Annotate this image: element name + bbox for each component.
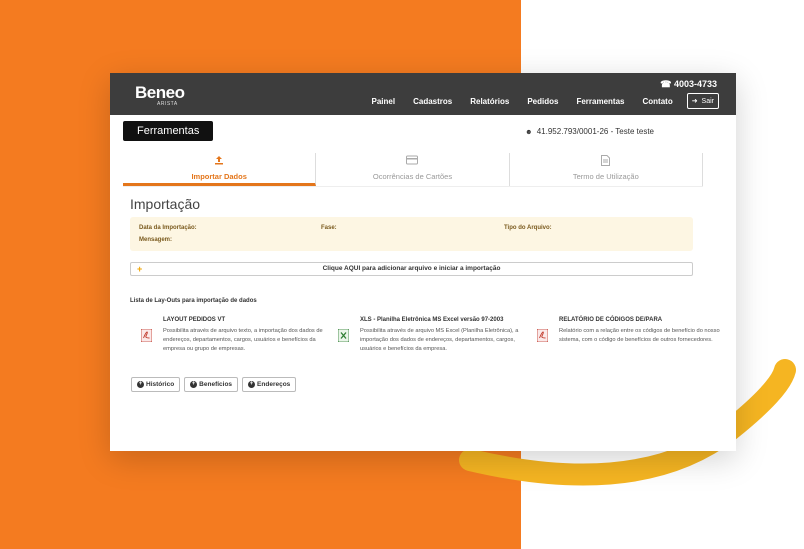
phase-label: Fase: — [321, 225, 337, 231]
upload-icon — [123, 155, 315, 169]
historico-button[interactable]: + Histórico — [131, 377, 181, 392]
nav-ferramentas[interactable]: Ferramentas — [576, 97, 624, 106]
credit-card-icon — [316, 155, 508, 169]
file-type-label: Tipo do Arquivo: — [504, 225, 552, 231]
tab-label: Ocorrências de Cartões — [372, 172, 453, 181]
document-icon — [510, 155, 702, 169]
layout-name: LAYOUT PEDIDOS VT — [163, 317, 226, 323]
phone-number: ☎ 4003-4733 — [660, 79, 717, 90]
stage: Beneo ARISTA ☎ 4003-4733 Painel Cadastro… — [0, 0, 804, 549]
layouts-title: Lista de Lay-Outs para importação de dad… — [130, 298, 257, 304]
layout-description: Possibilita através de arquivo texto, a … — [163, 328, 323, 353]
import-info-panel: Data da Importação: Fase: Tipo do Arquiv… — [130, 217, 693, 251]
plus-circle-icon: + — [190, 381, 198, 388]
layout-name: RELATÓRIO DE CÓDIGOS DE/PARA — [559, 317, 663, 323]
plus-circle-icon: + — [248, 381, 256, 388]
button-label: Benefícios — [199, 381, 233, 388]
plus-circle-icon: + — [137, 381, 144, 388]
layout-name: XLS - Planilha Eletrônica MS Excel versã… — [360, 317, 504, 323]
pdf-icon — [537, 329, 548, 342]
nav-painel[interactable]: Painel — [372, 97, 396, 106]
history-buttons: + Histórico + Benefícios + Endereços — [131, 377, 300, 392]
date-label: Data da Importação: — [139, 225, 197, 231]
tabs: Importar Dados Ocorrências de Cartões Te… — [123, 153, 703, 187]
pdf-icon — [141, 329, 152, 342]
tab-ocorrencias-cartoes[interactable]: Ocorrências de Cartões — [316, 153, 510, 186]
logout-button[interactable]: ➜ Sair — [686, 93, 719, 109]
message-label: Mensagem: — [139, 237, 173, 243]
user-icon: ☻ — [525, 129, 533, 136]
nav-pedidos[interactable]: Pedidos — [527, 97, 558, 106]
phone-text: 4003-4733 — [673, 79, 717, 89]
user-info: ☻ 41.952.793/0001-26 - Teste teste — [525, 127, 654, 136]
logout-label: Sair — [701, 98, 714, 105]
upload-button[interactable]: + Clique AQUI para adicionar arquivo e i… — [130, 262, 693, 276]
tab-importar-dados[interactable]: Importar Dados — [123, 153, 317, 186]
beneficios-button[interactable]: + Benefícios — [184, 377, 239, 392]
section-title: Importação — [130, 196, 201, 212]
page-title: Ferramentas — [123, 121, 214, 141]
button-label: Histórico — [146, 381, 175, 388]
main-nav: Painel Cadastros Relatórios Pedidos Ferr… — [354, 93, 719, 109]
tab-label: Termo de Utilização — [572, 172, 639, 181]
top-bar: Beneo ARISTA ☎ 4003-4733 Painel Cadastro… — [110, 73, 736, 115]
enderecos-button[interactable]: + Endereços — [242, 377, 297, 392]
logout-icon: ➜ — [691, 98, 698, 105]
phone-icon: ☎ — [660, 79, 672, 89]
user-info-text: 41.952.793/0001-26 - Teste teste — [536, 127, 654, 136]
button-label: Endereços — [257, 381, 291, 388]
excel-icon — [338, 329, 349, 342]
layout-description: Possibilita através de arquivo MS Excel … — [360, 328, 519, 353]
layout-description: Relatório com a relação entre os códigos… — [559, 328, 720, 344]
nav-contato[interactable]: Contato — [643, 97, 673, 106]
logo[interactable]: Beneo — [135, 83, 185, 103]
nav-relatorios[interactable]: Relatórios — [470, 97, 509, 106]
upload-text: Clique AQUI para adicionar arquivo e ini… — [322, 265, 501, 272]
nav-cadastros[interactable]: Cadastros — [413, 97, 452, 106]
tab-label: Importar Dados — [191, 172, 247, 181]
logo-subtitle: ARISTA — [157, 101, 178, 107]
app-window: Beneo ARISTA ☎ 4003-4733 Painel Cadastro… — [110, 73, 736, 451]
tab-termo-utilizacao[interactable]: Termo de Utilização — [510, 153, 703, 186]
